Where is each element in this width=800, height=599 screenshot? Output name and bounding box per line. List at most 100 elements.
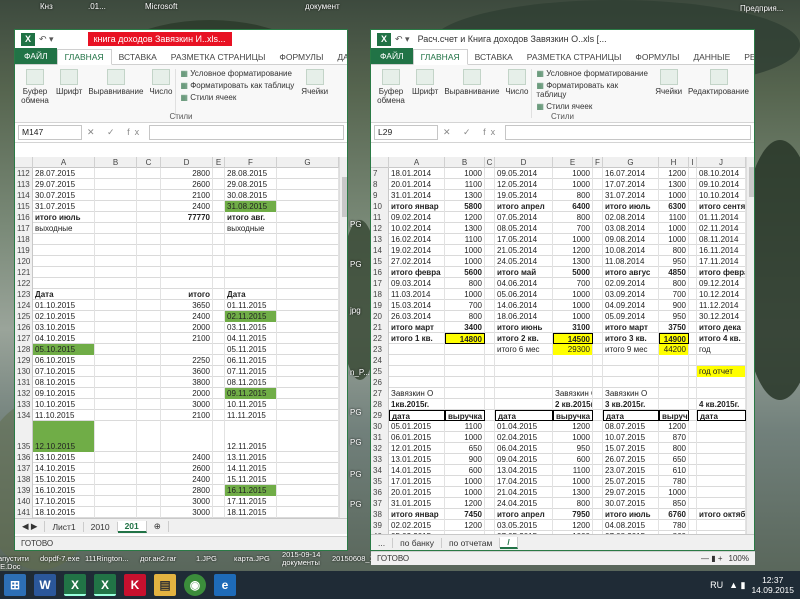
cell[interactable] [485, 223, 495, 234]
cell[interactable] [137, 507, 161, 518]
sheet-tab-active[interactable]: / [500, 536, 518, 549]
cell[interactable]: 2800 [161, 485, 213, 496]
cell[interactable]: 09.12.2014 [697, 278, 746, 289]
cell[interactable] [213, 223, 225, 234]
cell[interactable]: 3750 [659, 322, 689, 333]
cell[interactable]: 950 [659, 256, 689, 267]
cell[interactable] [213, 388, 225, 399]
cell[interactable]: 18.01.2014 [389, 168, 445, 179]
cell[interactable] [603, 355, 659, 366]
cell[interactable]: 04.06.2014 [495, 278, 553, 289]
cell[interactable]: итого март [603, 322, 659, 333]
cell[interactable]: 12.05.2014 [495, 179, 553, 190]
cell[interactable] [213, 366, 225, 377]
cell[interactable]: итого июнь [495, 322, 553, 333]
cell[interactable] [689, 454, 697, 465]
cell[interactable]: 03.09.2014 [603, 289, 659, 300]
cell[interactable] [95, 399, 137, 410]
cell[interactable] [277, 234, 339, 245]
table-row[interactable]: 17 09.03.2014 800 04.06.2014 700 02.09.2014 80… [371, 278, 746, 289]
cell[interactable] [277, 410, 339, 421]
cell[interactable] [95, 333, 137, 344]
cell[interactable] [389, 377, 445, 388]
name-box[interactable]: M147 [18, 125, 82, 140]
cell[interactable]: 1100 [659, 212, 689, 223]
cell[interactable] [213, 496, 225, 507]
cell[interactable] [161, 278, 213, 289]
cell[interactable]: 10.11.2015 [225, 399, 277, 410]
cell[interactable] [593, 421, 603, 432]
cell[interactable] [95, 507, 137, 518]
cell[interactable]: 600 [445, 465, 485, 476]
cell[interactable]: 05.06.2014 [495, 289, 553, 300]
tab-page-layout[interactable]: РАЗМЕТКА СТРАНИЦЫ [520, 50, 629, 64]
cell[interactable] [485, 465, 495, 476]
cell[interactable] [213, 410, 225, 421]
cell[interactable] [689, 168, 697, 179]
cell[interactable]: год [697, 344, 746, 355]
vertical-scrollbar[interactable] [746, 157, 754, 534]
tab-data[interactable]: ДАННЫЕ [686, 50, 737, 64]
cell[interactable] [213, 399, 225, 410]
cell[interactable] [137, 421, 161, 452]
column-header[interactable]: E [553, 157, 593, 168]
cell[interactable]: 24.04.2015 [495, 498, 553, 509]
cell[interactable]: 04.10.2015 [33, 333, 95, 344]
cell[interactable]: 14.11.2015 [225, 463, 277, 474]
table-row[interactable]: 125 02.10.2015 2400 02.11.2015 [15, 311, 339, 322]
cell[interactable] [697, 476, 746, 487]
excel-window-left[interactable]: X ↶ ▾ книга доходов Завязкин И..xls... Ф… [14, 29, 348, 551]
cell[interactable] [95, 267, 137, 278]
table-row[interactable]: 31 06.01.2015 1000 02.04.2015 1000 10.07.2015… [371, 432, 746, 443]
cell[interactable] [485, 256, 495, 267]
quick-access-toolbar[interactable]: ↶ ▾ [395, 34, 410, 45]
cell[interactable] [213, 190, 225, 201]
cell[interactable]: 30.07.2015 [603, 498, 659, 509]
cell[interactable]: 1000 [553, 234, 593, 245]
cell[interactable]: 14.06.2014 [495, 300, 553, 311]
cell[interactable]: 1000 [553, 300, 593, 311]
cell[interactable]: 18.06.2014 [495, 311, 553, 322]
cell[interactable]: 10.08.2014 [603, 245, 659, 256]
cell[interactable]: 05.10.2015 [33, 344, 95, 355]
cell[interactable] [137, 223, 161, 234]
cell[interactable]: 2000 [161, 388, 213, 399]
cell[interactable]: 02.11.2014 [697, 223, 746, 234]
cell[interactable] [593, 344, 603, 355]
cell[interactable]: итого 4 кв. [697, 333, 746, 344]
cell[interactable] [689, 509, 697, 520]
cell[interactable]: 03.05.2015 [495, 520, 553, 531]
cell[interactable]: 1200 [445, 212, 485, 223]
cell[interactable] [137, 168, 161, 179]
cell[interactable]: 3600 [161, 366, 213, 377]
cell[interactable] [213, 289, 225, 300]
cell[interactable] [277, 421, 339, 452]
column-header[interactable]: A [389, 157, 445, 168]
cell[interactable]: 10.07.2015 [603, 432, 659, 443]
cell[interactable] [689, 223, 697, 234]
cell[interactable] [277, 377, 339, 388]
table-row[interactable]: 16 итого февра 5600 итого май 5000 итого авгу… [371, 267, 746, 278]
alignment-group[interactable]: Выравнивание [441, 69, 502, 118]
table-row[interactable]: 35 17.01.2015 1000 17.04.2015 1000 25.07.2015… [371, 476, 746, 487]
table-row[interactable]: 25 год отчет [371, 366, 746, 377]
cell[interactable]: 3650 [161, 300, 213, 311]
cell[interactable] [485, 487, 495, 498]
cell[interactable] [689, 179, 697, 190]
cell[interactable] [689, 366, 697, 377]
clock[interactable]: 12:37 14.09.2015 [751, 575, 794, 595]
cell[interactable]: итого апрел [495, 509, 553, 520]
cell[interactable]: 10.12.2014 [697, 289, 746, 300]
table-row[interactable]: 126 03.10.2015 2000 03.11.2015 [15, 322, 339, 333]
cell[interactable] [95, 190, 137, 201]
cell[interactable]: 780 [659, 476, 689, 487]
cell[interactable] [225, 245, 277, 256]
cell[interactable]: 29.08.2015 [225, 179, 277, 190]
cell[interactable]: 600 [553, 454, 593, 465]
cell[interactable]: 31.08.2015 [225, 201, 277, 212]
cell[interactable]: 13.10.2015 [33, 452, 95, 463]
cell[interactable]: 2600 [161, 179, 213, 190]
desktop-icon-label[interactable]: jpg [350, 306, 361, 315]
cell[interactable]: 06.10.2015 [33, 355, 95, 366]
table-row[interactable]: 21 итого март 3400 итого июнь 3100 итого март… [371, 322, 746, 333]
